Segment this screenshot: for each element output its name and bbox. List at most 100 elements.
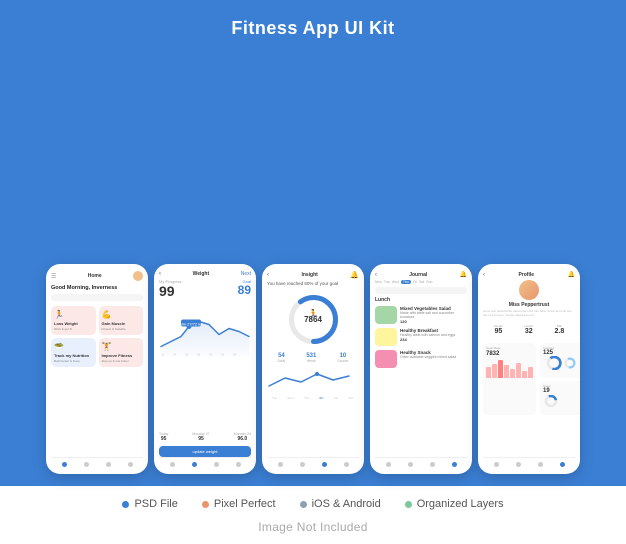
loss-weight-icon: 🏃	[54, 310, 93, 319]
nav-p2	[516, 462, 521, 467]
insight-donut: 🏃 7864	[286, 292, 341, 347]
day-sun[interactable]: Sun	[426, 280, 432, 284]
daily-label: Daily	[278, 359, 286, 363]
nav-j3	[430, 462, 435, 467]
psd-dot	[122, 501, 129, 508]
home-avatar	[133, 271, 143, 281]
source-label: Source	[337, 359, 348, 363]
day-wed[interactable]: Wed	[392, 280, 399, 284]
nav-w2	[192, 462, 197, 467]
bottom-section: PSD File Pixel Perfect iOS & Android Org…	[0, 486, 626, 544]
profile-steps-chart: Steps 19	[540, 381, 580, 415]
card-fitness[interactable]: 🏋️ Improve Fitness Step up & Get better	[99, 338, 144, 367]
svg-text:24: 24	[173, 353, 177, 357]
insight-mini-chart: Tue Wed Thu Fri Sat Sun	[267, 368, 359, 400]
phones-strip: ☰ Home Good Morning, Inverness 🏃 Loss We…	[0, 53, 626, 486]
nav-w1	[170, 462, 175, 467]
profile-stats: Weight 95 Height 32 BMI 2.8	[483, 324, 575, 335]
week-label: Week	[306, 359, 316, 363]
card-nutrition[interactable]: 🥗 Track my Nutrition Build better & fine…	[51, 338, 96, 367]
journal-search[interactable]	[375, 287, 467, 294]
nav-i1	[278, 462, 283, 467]
card-loss-weight[interactable]: 🏃 Loss Weight Work & get fit	[51, 306, 96, 335]
profile-nav	[483, 457, 575, 469]
feature-layers: Organized Layers	[405, 498, 504, 510]
insight-bell-icon[interactable]: 🔔	[350, 271, 359, 279]
search-bar[interactable]	[51, 294, 143, 301]
nutrition-icon: 🥗	[54, 342, 93, 351]
day-sat[interactable]: Sat	[419, 280, 424, 284]
profile-top: Miss Peppertrust some text placeholder d…	[483, 280, 575, 317]
insight-nav	[267, 457, 359, 469]
journal-item-2: Healthy Breakfast Healthy table with sal…	[375, 328, 467, 346]
svg-text:02: 02	[221, 353, 225, 357]
feature-pixel: Pixel Perfect	[202, 498, 276, 510]
pixel-dot	[202, 501, 209, 508]
insight-back-icon[interactable]: ‹	[267, 272, 269, 278]
day-fri[interactable]: Fri	[413, 280, 417, 284]
nav-j4	[452, 462, 457, 467]
home-cards: 🏃 Loss Weight Work & get fit 💪 Gain Musc…	[51, 306, 143, 367]
current-weight: 99	[159, 284, 181, 299]
nav-home	[62, 462, 67, 467]
journal-img-3	[375, 350, 397, 368]
nav-w4	[236, 462, 241, 467]
journal-back-icon[interactable]: ‹	[375, 272, 377, 278]
phone-profile: ‹ Profile 🔔 Miss Peppertrust some text p…	[478, 264, 580, 474]
fitness-icon: 🏋️	[102, 342, 141, 351]
profile-chart-1: Heart Rate 7832	[483, 343, 536, 415]
journal-list: Mixed Vegetables Salad Made with table s…	[375, 306, 467, 457]
svg-text:28: 28	[197, 353, 201, 357]
nav-p1	[494, 462, 499, 467]
footer-text: Image Not Included	[258, 520, 367, 534]
ios-dot	[300, 501, 307, 508]
profile-charts: Heart Rate 7832	[483, 343, 575, 415]
svg-text:22: 22	[161, 353, 165, 357]
svg-text:26: 26	[185, 353, 189, 357]
weight-nav	[159, 457, 251, 469]
nav-p4	[560, 462, 565, 467]
svg-text:30: 30	[209, 353, 213, 357]
nav-profile	[128, 462, 133, 467]
weight-stats: Today 95 Monday 27 95 Monday 24 96.0	[159, 432, 251, 442]
nav-search	[84, 462, 89, 467]
svg-text:04: 04	[233, 353, 237, 357]
nav-w3	[214, 462, 219, 467]
day-tue[interactable]: Tue	[384, 280, 390, 284]
phone-insight: ‹ Insight 🔔 You have reached 60% of your…	[262, 264, 364, 474]
insight-stats: 54 Daily 531 Week 10 Source	[267, 353, 359, 363]
profile-avatar	[519, 280, 539, 300]
nav-i3	[322, 462, 327, 467]
phone-journal: ‹ Journal 🔔 Mon Tue Wed Thu Fri Sat Sun	[370, 264, 472, 474]
update-weight-button[interactable]: update weight	[159, 446, 251, 457]
journal-img-2	[375, 328, 397, 346]
features-row: PSD File Pixel Perfect iOS & Android Org…	[122, 498, 503, 510]
page-header: Fitness App UI Kit	[0, 0, 626, 53]
nav-j2	[408, 462, 413, 467]
day-mon[interactable]: Mon	[375, 280, 382, 284]
nav-i2	[300, 462, 305, 467]
next-label[interactable]: Next	[241, 271, 251, 277]
profile-back-icon[interactable]: ‹	[483, 272, 485, 278]
main-container: Fitness App UI Kit ☰ Home Good Morning, …	[0, 0, 626, 544]
profile-calories-chart: Calories 125	[540, 343, 580, 378]
back-arrow-icon[interactable]: ‹	[159, 271, 161, 277]
day-tabs: Mon Tue Wed Thu Fri Sat Sun	[375, 280, 467, 284]
nav-p3	[538, 462, 543, 467]
day-thu[interactable]: Thu	[401, 280, 411, 284]
svg-text:Min 27/72 kg: Min 27/72 kg	[180, 322, 203, 327]
profile-bell-icon[interactable]: 🔔	[568, 271, 575, 278]
gain-muscle-icon: 💪	[102, 310, 141, 319]
journal-item-3: Healthy Snack Other available veggies mi…	[375, 350, 467, 368]
journal-bell-icon[interactable]: 🔔	[460, 271, 467, 278]
nav-activity	[106, 462, 111, 467]
goal-weight: 89	[238, 284, 251, 297]
phone-weight: ‹ Weight Next My Progress 99 Goal 89	[154, 264, 256, 474]
home-nav	[51, 457, 143, 469]
feature-ios: iOS & Android	[300, 498, 381, 510]
journal-item-1: Mixed Vegetables Salad Made with table s…	[375, 306, 467, 324]
card-gain-muscle[interactable]: 💪 Gain Muscle Fitness & Suitable	[99, 306, 144, 335]
nav-i4	[344, 462, 349, 467]
page-title: Fitness App UI Kit	[0, 18, 626, 39]
layers-dot	[405, 501, 412, 508]
